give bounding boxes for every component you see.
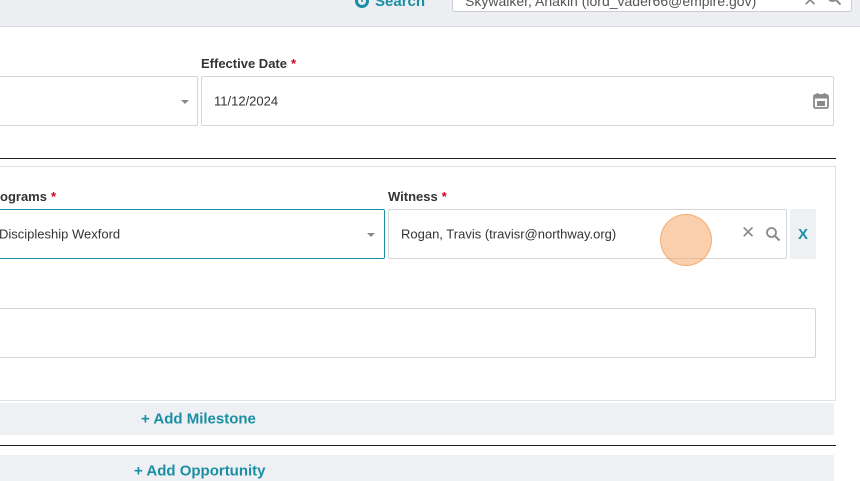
- search-circle-icon: [355, 0, 369, 8]
- required-mark: *: [50, 189, 57, 204]
- chevron-down-icon: [181, 100, 189, 104]
- add-milestone-link[interactable]: + Add Milestone: [141, 411, 256, 428]
- programs-label: ograms *: [0, 189, 56, 204]
- milestone-notes-input[interactable]: [0, 308, 816, 358]
- required-mark: *: [441, 189, 447, 204]
- witness-search-input[interactable]: Rogan, Travis (travisr@northway.org) ✕: [388, 209, 787, 259]
- add-milestone-bar: + Add Milestone: [0, 403, 834, 435]
- effective-date-input[interactable]: 11/12/2024: [201, 76, 834, 126]
- person-search-value: Skywalker, Anakin (lord_vader66@empire.g…: [465, 0, 757, 9]
- effective-date-label: Effective Date *: [201, 56, 296, 71]
- calendar-icon[interactable]: [812, 92, 830, 110]
- effective-date-value: 11/12/2024: [214, 93, 279, 109]
- search-link[interactable]: Search: [355, 0, 425, 11]
- effective-date-label-text: Effective Date: [201, 56, 287, 71]
- person-search-input[interactable]: Skywalker, Anakin (lord_vader66@empire.g…: [452, 0, 852, 12]
- search-icon[interactable]: [765, 226, 781, 242]
- witness-label-text: Witness: [388, 189, 438, 204]
- type-select[interactable]: [0, 76, 198, 126]
- page: Search Skywalker, Anakin (lord_vader66@e…: [0, 0, 860, 481]
- programs-label-text: ograms: [0, 189, 47, 204]
- section-divider: [0, 445, 836, 446]
- add-opportunity-bar: + Add Opportunity: [0, 455, 834, 481]
- search-link-label: Search: [375, 0, 426, 10]
- remove-milestone-button[interactable]: X: [790, 209, 816, 259]
- witness-value: Rogan, Travis (travisr@northway.org): [401, 226, 617, 242]
- add-opportunity-link[interactable]: + Add Opportunity: [134, 463, 266, 480]
- witness-label: Witness *: [388, 189, 447, 204]
- close-icon[interactable]: ✕: [803, 0, 817, 11]
- search-icon[interactable]: [826, 0, 842, 6]
- required-mark: *: [290, 56, 297, 71]
- programs-select[interactable]: Discipleship Wexford: [0, 209, 385, 259]
- top-bar: Search Skywalker, Anakin (lord_vader66@e…: [0, 0, 860, 27]
- programs-value: Discipleship Wexford: [0, 226, 121, 242]
- chevron-down-icon: [367, 233, 375, 237]
- section-divider: [0, 158, 836, 159]
- close-icon[interactable]: ✕: [741, 223, 755, 243]
